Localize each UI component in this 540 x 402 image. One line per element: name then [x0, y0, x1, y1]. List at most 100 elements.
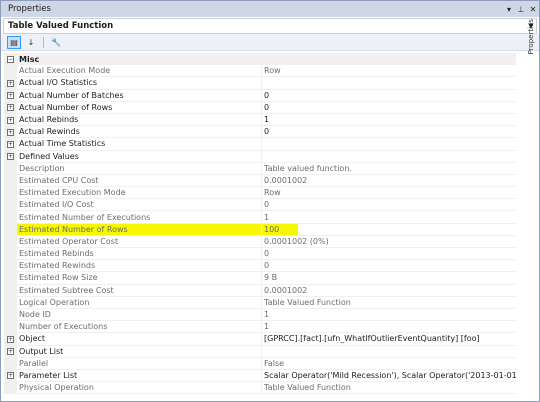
property-value[interactable]: 0 — [261, 248, 516, 261]
property-name: Estimated Rebinds — [17, 248, 261, 261]
property-value[interactable]: False — [261, 357, 516, 370]
row-gutter — [4, 162, 17, 175]
property-row[interactable]: + Defined Values — [4, 150, 516, 163]
property-value[interactable]: 0.0001002 (0%) — [261, 235, 516, 248]
property-value[interactable]: Table valued function. — [261, 162, 516, 175]
row-gutter — [4, 187, 17, 200]
row-gutter — [4, 321, 17, 334]
categorized-icon[interactable]: ▤ — [7, 35, 21, 49]
object-selector[interactable]: Table Valued Function ▼ — [3, 18, 537, 34]
alphabetical-icon[interactable]: ↓ — [24, 36, 38, 49]
property-row[interactable]: + Actual Number of Batches 0 — [4, 89, 516, 102]
row-gutter: + — [4, 345, 17, 358]
row-gutter — [4, 284, 17, 297]
expand-icon[interactable]: + — [7, 104, 14, 112]
expand-icon[interactable]: + — [7, 92, 14, 100]
property-value[interactable]: 1 — [261, 211, 516, 224]
expand-icon[interactable]: + — [7, 153, 14, 161]
row-gutter — [4, 296, 17, 309]
property-value[interactable] — [261, 150, 516, 163]
property-row[interactable]: Logical Operation Table Valued Function — [4, 296, 516, 309]
expand-icon[interactable]: + — [7, 140, 14, 148]
expand-icon[interactable]: + — [7, 335, 14, 343]
row-gutter: + — [4, 113, 17, 127]
row-gutter — [4, 174, 17, 188]
property-value[interactable]: 0 — [261, 260, 516, 273]
property-name: Actual Number of Batches — [17, 90, 261, 102]
property-value[interactable]: 9 B — [261, 272, 516, 285]
property-row[interactable]: Number of Executions 1 — [4, 321, 516, 334]
property-value[interactable]: 1 — [261, 321, 516, 334]
property-row[interactable]: Estimated Operator Cost 0.0001002 (0%) — [4, 235, 516, 248]
property-value[interactable]: 0.0001002 — [261, 284, 516, 297]
property-row[interactable]: + Actual I/O Statistics — [4, 77, 516, 90]
property-value[interactable]: Row — [261, 65, 516, 78]
property-name: Estimated Number of Rows — [17, 223, 261, 236]
row-gutter — [4, 65, 17, 78]
property-value[interactable]: [GPRCC].[fact].[ufn_WhatIfOutlierEventQu… — [261, 333, 516, 346]
property-row[interactable]: Estimated CPU Cost 0.0001002 — [4, 174, 516, 188]
property-row[interactable]: Parallel False — [4, 357, 516, 370]
property-value[interactable]: 0 — [261, 101, 516, 114]
property-value[interactable] — [261, 138, 516, 151]
dropdown-icon[interactable]: ▾ — [503, 5, 515, 14]
properties-window: Properties ▾ ⊥ ✕ Table Valued Function ▼… — [0, 0, 540, 402]
property-value[interactable]: Scalar Operator('Mild Recession'), Scala… — [261, 369, 516, 383]
property-value[interactable]: 1 — [261, 113, 516, 127]
property-row[interactable]: Estimated Subtree Cost 0.0001002 — [4, 284, 516, 297]
close-icon[interactable]: ✕ — [527, 5, 539, 14]
pin-icon[interactable]: ⊥ — [515, 5, 527, 14]
property-name: Parallel — [17, 358, 261, 370]
property-name: Logical Operation — [17, 297, 261, 309]
expand-icon[interactable]: + — [7, 372, 14, 380]
row-gutter: + — [4, 138, 17, 151]
property-row[interactable]: Physical Operation Table Valued Function — [4, 382, 516, 395]
property-name: Actual Number of Rows — [17, 102, 261, 114]
property-row[interactable]: Estimated Row Size 9 B — [4, 272, 516, 285]
property-value[interactable]: Table Valued Function — [261, 382, 516, 395]
property-row[interactable]: Actual Execution Mode Row — [4, 65, 516, 78]
property-row[interactable]: Estimated I/O Cost 0 — [4, 199, 516, 212]
property-row[interactable]: + Object [GPRCC].[fact].[ufn_WhatIfOutlier… — [4, 333, 516, 346]
property-value[interactable]: Row — [261, 187, 516, 200]
property-row[interactable]: Estimated Rewinds 0 — [4, 260, 516, 273]
property-value[interactable]: Table Valued Function — [261, 296, 516, 309]
property-value[interactable] — [261, 53, 516, 66]
property-value[interactable]: 0.0001002 — [261, 174, 516, 188]
property-value[interactable]: 0 — [261, 89, 516, 102]
property-row[interactable]: + Actual Rewinds 0 — [4, 126, 516, 139]
property-row[interactable]: Description Table valued function. — [4, 162, 516, 175]
property-name: Actual I/O Statistics — [17, 77, 261, 90]
property-row[interactable]: Node ID 1 — [4, 308, 516, 322]
property-value[interactable] — [261, 345, 516, 358]
property-value[interactable]: 1 — [261, 308, 516, 322]
property-value[interactable]: 0 — [261, 126, 516, 139]
property-name: Node ID — [17, 309, 261, 322]
property-row[interactable]: + Actual Number of Rows 0 — [4, 101, 516, 114]
category-row[interactable]: − Misc — [4, 53, 516, 66]
property-row[interactable]: Estimated Number of Executions 1 — [4, 211, 516, 224]
property-name: Estimated CPU Cost — [17, 175, 261, 188]
property-pages-icon[interactable]: 🔧 — [49, 36, 63, 49]
window-title: Properties — [8, 4, 51, 14]
property-row[interactable]: + Parameter List Scalar Operator('Mild Rec… — [4, 369, 516, 383]
row-gutter: + — [4, 333, 17, 346]
property-name: Actual Rebinds — [17, 114, 261, 127]
expand-icon[interactable]: + — [7, 79, 14, 87]
property-row[interactable]: Estimated Execution Mode Row — [4, 187, 516, 200]
row-gutter — [4, 260, 17, 273]
property-name: Actual Time Statistics — [17, 138, 261, 151]
expand-icon[interactable]: + — [7, 128, 14, 136]
collapse-icon[interactable]: − — [7, 55, 14, 63]
property-value[interactable]: 100 — [261, 223, 516, 236]
expand-icon[interactable]: + — [7, 348, 14, 356]
expand-icon[interactable]: + — [7, 116, 14, 124]
property-row[interactable]: Estimated Number of Rows 100 — [4, 223, 516, 236]
property-row[interactable]: Estimated Rebinds 0 — [4, 248, 516, 261]
side-tab-label[interactable]: Properties — [527, 19, 535, 54]
property-value[interactable] — [261, 77, 516, 90]
property-row[interactable]: + Actual Time Statistics — [4, 138, 516, 151]
property-row[interactable]: + Output List — [4, 345, 516, 358]
property-row[interactable]: + Actual Rebinds 1 — [4, 113, 516, 127]
property-value[interactable]: 0 — [261, 199, 516, 212]
